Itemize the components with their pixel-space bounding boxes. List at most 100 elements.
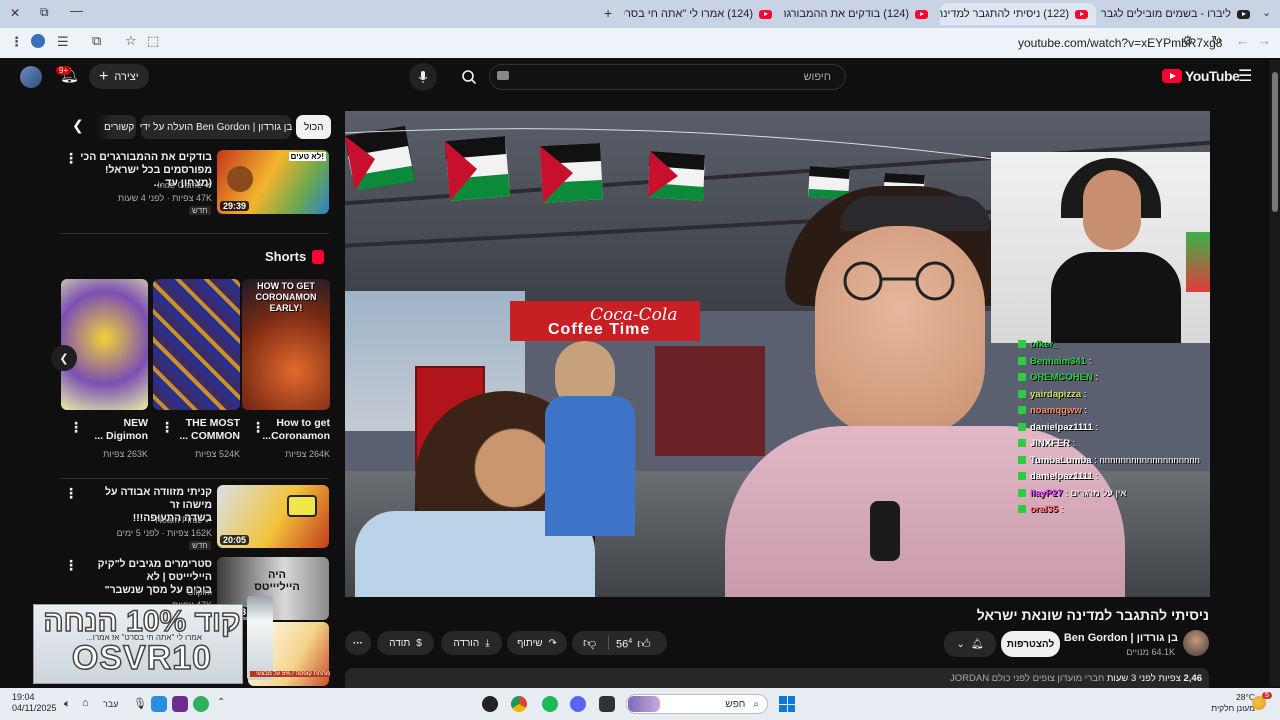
mic-icon[interactable]: 🎙︎: [133, 697, 147, 710]
clock[interactable]: 19:04 04/11/2025: [12, 692, 56, 714]
subscribe-button[interactable]: להצטרפות: [1001, 631, 1060, 657]
new-tab-icon[interactable]: +: [604, 5, 612, 21]
kick-badge-icon: [1018, 455, 1026, 464]
menu-dots-icon[interactable]: ⋮: [10, 34, 23, 50]
video-thumbnail-suitcase[interactable]: 20:05: [217, 485, 329, 548]
channel-name[interactable]: ✔︎ Noam Firuz: [78, 515, 212, 526]
thanks-button[interactable]: תודה $: [377, 631, 434, 655]
file-explorer-taskbar-icon[interactable]: [599, 696, 615, 712]
language-indicator[interactable]: עבר: [103, 699, 118, 709]
spotify-taskbar-icon[interactable]: [542, 696, 558, 712]
tab-burgers[interactable]: (124) בודקים את ההמבורגרים... ✕: [784, 3, 936, 25]
shorts-prev-button[interactable]: ❮: [51, 345, 77, 371]
short-views: 524K צפיות: [195, 449, 240, 459]
tray-overflow-icon[interactable]: ⌃: [217, 697, 225, 708]
site-settings-icon[interactable]: ⚙: [1182, 33, 1194, 49]
filter-chip-uploader[interactable]: הועלה על ידי Ben Gordon | בן גורדון: [140, 115, 292, 139]
tab-libero[interactable]: ליברו - בשמים מובילים לגבר ול... ✕: [1100, 3, 1258, 25]
more-options-icon[interactable]: ⋮: [64, 151, 78, 165]
more-options-icon[interactable]: ⋮: [64, 486, 78, 500]
minimize-window-icon[interactable]: —: [70, 3, 83, 18]
super-thanks-icon: $: [416, 637, 422, 649]
volume-icon[interactable]: 🔈︎: [64, 698, 71, 711]
onenote-tray-icon[interactable]: [172, 696, 188, 712]
search-input[interactable]: חיפוש: [489, 64, 846, 90]
more-actions-button[interactable]: ···: [345, 631, 371, 655]
download-button[interactable]: הורדה ⤓: [441, 631, 502, 655]
more-options-icon[interactable]: ⋮: [160, 420, 174, 434]
channel-name[interactable]: ✔︎ Inde Game: [78, 180, 212, 191]
short-title[interactable]: NEW Digimon ...: [80, 417, 148, 443]
tab-current-video[interactable]: (122) ניסיתי להתגבר למדינה ש... ✕: [940, 3, 1096, 25]
more-options-icon[interactable]: ⋮: [69, 420, 83, 434]
discord-taskbar-icon[interactable]: [570, 696, 586, 712]
chevron-left-icon[interactable]: ❮: [72, 117, 84, 134]
short-title[interactable]: How to get Coronamon...: [262, 417, 330, 443]
forward-icon[interactable]: →: [1258, 33, 1271, 48]
close-window-icon[interactable]: ✕: [10, 6, 20, 20]
like-button[interactable]: 564 👍︎: [616, 636, 651, 652]
chat-message: danielpaz1111 :: [1018, 420, 1208, 437]
youtube-logo[interactable]: YouTube: [1162, 68, 1240, 84]
filter-chip-all[interactable]: הכול: [296, 115, 332, 139]
create-button[interactable]: + יצירה: [89, 64, 149, 89]
dislike-button[interactable]: 👎︎: [583, 635, 596, 651]
voice-search-button[interactable]: [409, 63, 437, 91]
verified-icon: ✔︎: [201, 515, 212, 525]
sync-tray-icon[interactable]: [193, 696, 209, 712]
restore-window-icon[interactable]: ⧉: [40, 5, 49, 20]
new-badge: חדש: [189, 541, 211, 550]
reading-list-icon[interactable]: ☰: [57, 34, 69, 50]
extensions-icon[interactable]: ⧉: [92, 33, 101, 49]
channel-avatar[interactable]: [1183, 630, 1209, 656]
chrome-taskbar-icon[interactable]: [511, 696, 527, 712]
counter: [655, 346, 765, 456]
channel-name[interactable]: Clipim: [78, 587, 212, 597]
controller-graphic: [1186, 232, 1210, 292]
like-count: 564: [616, 638, 632, 651]
subject-pendant: [870, 501, 900, 561]
short-thumbnail-digimon[interactable]: [61, 279, 148, 410]
chat-message: danielpaz1111 :: [1018, 469, 1208, 486]
edge-tray-icon[interactable]: [151, 696, 167, 712]
account-avatar[interactable]: [20, 66, 42, 88]
video-thumbnail-burgers[interactable]: לא טעים! 29:39: [217, 150, 329, 214]
scrollbar-thumb[interactable]: [1272, 72, 1278, 212]
title-line: בודקים את ההמבורגרים הכי: [80, 151, 212, 163]
stream-chat-overlay: ofker_ Benhaim341 : OREMCOHEN : yairdapizz…: [1018, 337, 1208, 527]
filter-chip-related[interactable]: קשורים: [96, 115, 136, 139]
install-app-icon[interactable]: ⬚: [147, 33, 159, 49]
tab-movie[interactable]: (124) אמרו לי "אתה חי בסרט"... ✕: [624, 3, 780, 25]
video-player[interactable]: Coca-Cola Coffee Time ofker_ Benhaim341 …: [345, 111, 1210, 597]
more-options-icon[interactable]: ⋮: [64, 558, 78, 572]
keyboard-icon[interactable]: [497, 71, 509, 80]
short-title[interactable]: THE MOST COMMON ...: [172, 417, 240, 443]
network-icon[interactable]: ⌂: [82, 697, 89, 709]
reload-icon[interactable]: ↻: [1211, 33, 1222, 49]
description-meta: 2,46 צפיות לפני 3 שעות חברי מועדון צופים…: [940, 673, 1202, 684]
short-thumbnail-coronamon[interactable]: HOW TO GET CORONAMON EARLY!: [242, 279, 330, 410]
more-options-icon[interactable]: ⋮: [251, 420, 265, 434]
video-title: ניסיתי להתגבר למדינה שונאת ישראל: [976, 607, 1209, 623]
youtube-favicon: [1075, 9, 1088, 19]
start-button[interactable]: [779, 696, 795, 712]
bookmark-star-icon[interactable]: ☆: [125, 33, 137, 49]
thumbnail-caption: HOW TO GET CORONAMON EARLY!: [255, 281, 317, 313]
page-scrollbar[interactable]: [1270, 60, 1280, 686]
back-icon[interactable]: ←: [1236, 33, 1249, 48]
taskbar-app-icon[interactable]: [482, 696, 498, 712]
shorts-heading: Shorts: [265, 249, 325, 264]
weather-widget[interactable]: 28°C מעונן חלקית: [1195, 692, 1255, 714]
channel-name[interactable]: Ben Gordon | בן גורדון: [1060, 632, 1178, 644]
thumbs-down-icon: 👎︎: [583, 635, 597, 650]
share-button[interactable]: שיתוף ↷: [507, 631, 567, 655]
streamer-shirt: [1051, 252, 1181, 343]
search-button[interactable]: [455, 63, 483, 91]
guide-menu-icon[interactable]: ☰: [1238, 66, 1252, 86]
tab-title: (124) בודקים את ההמבורגרים...: [784, 8, 909, 20]
profile-icon[interactable]: [31, 34, 45, 48]
like-count-sup: 4: [628, 637, 633, 645]
short-thumbnail-cards[interactable]: [153, 279, 240, 410]
window-menu-icon[interactable]: ⌄: [1262, 6, 1271, 19]
notification-settings-button[interactable]: ⌄ 🔔︎: [944, 631, 996, 657]
